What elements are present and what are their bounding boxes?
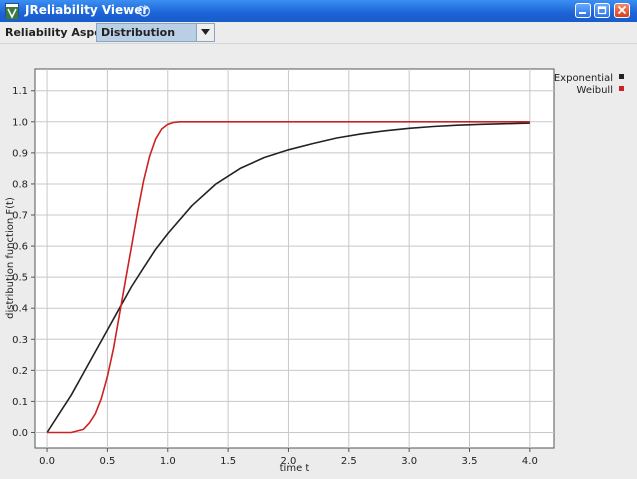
legend: ExponentialWeibull [554, 73, 624, 96]
swirl-icon [137, 5, 151, 17]
x-axis-label: time t [280, 463, 310, 474]
x-tick-label: 0.0 [39, 456, 55, 467]
x-tick-label: 1.0 [160, 456, 176, 467]
distribution-chart: 0.0 0.5 1.0 1.5 2.0 2.5 3.0 3.5 4.00.00.10.20.30… [5, 68, 624, 474]
y-axis-label: distribution function F(t) [5, 197, 16, 319]
toolbar: Reliability Aspect: Distribution [0, 22, 637, 44]
app-logo-icon [5, 3, 19, 19]
x-tick-label: 3.0 [401, 456, 417, 467]
minimize-icon [579, 12, 586, 14]
title-bar[interactable]: JReliability Viewer [0, 0, 637, 22]
x-tick-label: 2.5 [341, 456, 357, 467]
legend-swatch-exponential [619, 74, 624, 79]
minimize-button[interactable] [575, 3, 591, 18]
x-tick-label: 1.5 [220, 456, 236, 467]
close-icon [617, 5, 627, 15]
y-tick-label: 0.0 [12, 428, 28, 439]
y-tick-label: 0.3 [12, 335, 28, 346]
x-tick-label: 0.5 [99, 456, 115, 467]
y-tick-label: 0.9 [12, 148, 28, 159]
maximize-button[interactable] [594, 3, 610, 18]
x-tick-label: 3.5 [462, 456, 478, 467]
window-title: JReliability Viewer [25, 3, 149, 17]
maximize-icon [597, 6, 607, 15]
chevron-down-icon [201, 29, 210, 35]
reliability-aspect-value: Distribution [101, 26, 176, 39]
close-button[interactable] [614, 3, 630, 18]
x-tick-label: 4.0 [522, 456, 538, 467]
y-tick-label: 0.8 [12, 179, 28, 190]
legend-swatch-weibull [619, 86, 624, 91]
y-tick-label: 1.0 [12, 117, 28, 128]
legend-label-weibull: Weibull [577, 85, 613, 96]
plot-area [34, 68, 555, 449]
y-tick-label: 1.1 [12, 86, 28, 97]
reliability-aspect-select[interactable]: Distribution [96, 23, 215, 42]
dropdown-button[interactable] [196, 24, 214, 41]
y-tick-label: 0.1 [12, 397, 28, 408]
legend-label-exponential: Exponential [554, 73, 613, 84]
y-tick-label: 0.2 [12, 366, 28, 377]
